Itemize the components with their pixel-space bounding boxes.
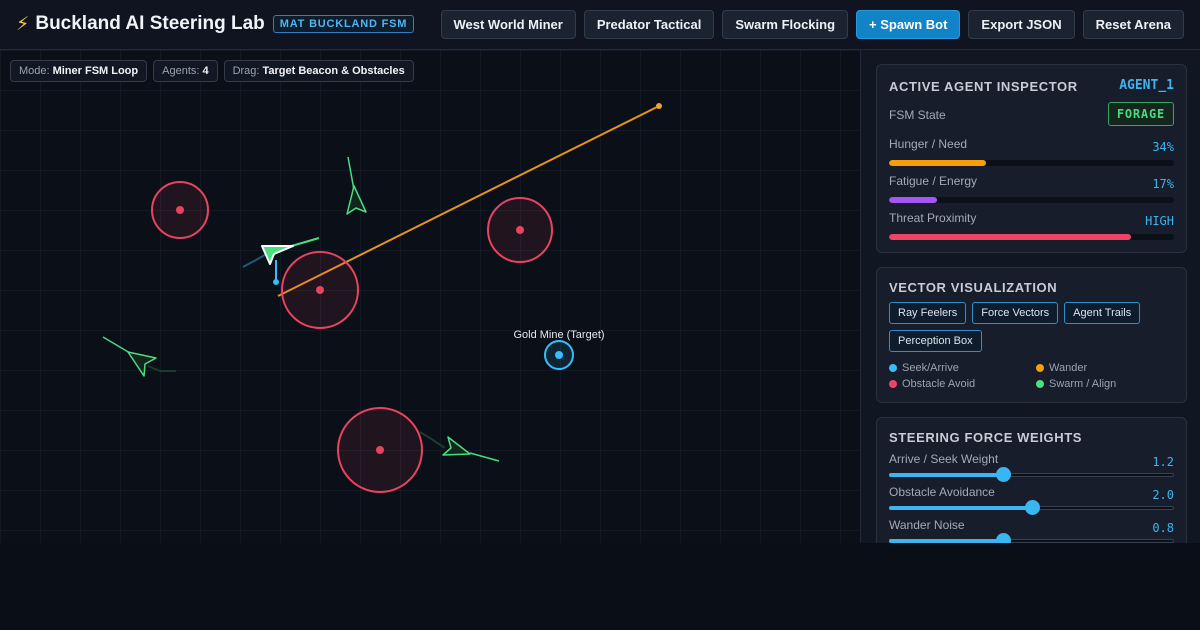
drag-chip-label: Drag:: [232, 65, 260, 77]
seek-dot-icon: [889, 364, 897, 372]
slider-fill: [889, 506, 1032, 510]
agent-id: AGENT_1: [1119, 78, 1174, 93]
vector-legend: Seek/Arrive Wander Obstacle Avoid Swarm …: [889, 362, 1179, 390]
export-json-button[interactable]: Export JSON: [968, 10, 1075, 39]
target-beacon[interactable]: [544, 340, 574, 370]
wander-noise-slider[interactable]: [889, 533, 1174, 543]
obstacle[interactable]: [337, 407, 423, 493]
stat-label: Threat Proximity: [889, 211, 977, 225]
obstacle[interactable]: [151, 181, 209, 239]
agent[interactable]: [419, 431, 500, 462]
slider-label: Wander Noise: [889, 518, 965, 532]
slider-thumb[interactable]: [996, 467, 1011, 482]
stat-value: HIGH: [1145, 214, 1174, 228]
fatigue-bar-fill: [889, 197, 938, 203]
stat-label: Fatigue / Energy: [889, 174, 978, 188]
fatigue-bar: [889, 197, 1174, 203]
agents-chip: Agents: 4: [153, 60, 218, 82]
perception-box-toggle[interactable]: Perception Box: [889, 330, 982, 352]
stat-value: 17%: [1152, 177, 1174, 191]
steering-weights-card: STEERING FORCE WEIGHTS Arrive / Seek Wei…: [876, 417, 1187, 543]
toolbar: West World Miner Predator Tactical Swarm…: [440, 10, 1184, 39]
fsm-state-badge: FORAGE: [1107, 102, 1174, 126]
status-chips: Mode: Miner FSM Loop Agents: 4 Drag: Target…: [10, 60, 414, 82]
hunger-bar: [889, 160, 1174, 166]
lightning-icon: ⚡: [16, 13, 30, 35]
legend-label: Obstacle Avoid: [902, 378, 976, 390]
app-title: Buckland AI Steering Lab: [35, 13, 265, 34]
mode-chip-value: Miner FSM Loop: [52, 65, 139, 77]
weights-card-title: STEERING FORCE WEIGHTS: [889, 430, 1083, 445]
ray-feelers-toggle[interactable]: Ray Feelers: [889, 302, 967, 324]
fsm-state-label: FSM State: [889, 108, 946, 122]
top-bar: ⚡ Buckland AI Steering Lab MAT BUCKLAND …: [0, 0, 1200, 50]
swarm-dot-icon: [1036, 380, 1044, 388]
inspector-title: ACTIVE AGENT INSPECTOR: [889, 79, 1078, 94]
agent[interactable]: [102, 336, 176, 377]
obstacle[interactable]: [281, 251, 359, 329]
legend-label: Seek/Arrive: [902, 362, 959, 374]
hunger-bar-fill: [889, 160, 986, 166]
agent-trail: [419, 431, 446, 449]
wander-dot-icon: [1036, 364, 1044, 372]
heading-vector: [102, 336, 131, 354]
target-label: Gold Mine (Target): [513, 329, 604, 341]
heading-vector: [469, 452, 500, 462]
legend-item: Obstacle Avoid: [889, 378, 1036, 390]
predator-tactical-button[interactable]: Predator Tactical: [583, 10, 715, 39]
simulation-arena[interactable]: Gold Mine (Target) Mode: Miner FSM Loop A…: [0, 50, 860, 543]
legend-item: Seek/Arrive: [889, 362, 1036, 374]
seek-force-tip: [273, 279, 279, 285]
slider-label: Obstacle Avoidance: [889, 485, 995, 499]
slider-thumb[interactable]: [1024, 500, 1040, 515]
agent[interactable]: [346, 156, 367, 215]
threat-bar-fill: [889, 234, 1132, 240]
wander-target-point[interactable]: [656, 103, 662, 109]
brand: ⚡ Buckland AI Steering Lab MAT BUCKLAND …: [16, 13, 415, 35]
threat-bar: [889, 234, 1174, 240]
vector-toggles: Ray Feelers Force Vectors Agent Trails P…: [889, 302, 1179, 352]
arrive-seek-slider[interactable]: [889, 467, 1174, 483]
slider-fill: [889, 473, 1003, 477]
agent-inspector-card: ACTIVE AGENT INSPECTOR AGENT_1 FSM State…: [876, 64, 1187, 253]
agents-chip-label: Agents:: [162, 65, 200, 77]
stat-value: 34%: [1152, 140, 1174, 154]
slider-thumb[interactable]: [996, 533, 1011, 543]
mode-chip: Mode: Miner FSM Loop: [10, 60, 148, 82]
agent-trails-toggle[interactable]: Agent Trails: [1064, 302, 1141, 324]
west-world-miner-button[interactable]: West World Miner: [440, 10, 576, 39]
mode-chip-label: Mode:: [19, 65, 50, 77]
swarm-flocking-button[interactable]: Swarm Flocking: [722, 10, 849, 39]
force-vectors-toggle[interactable]: Force Vectors: [972, 302, 1059, 324]
reset-arena-button[interactable]: Reset Arena: [1082, 10, 1184, 39]
arena-canvas[interactable]: Gold Mine (Target): [0, 50, 860, 543]
slider-label: Arrive / Seek Weight: [889, 452, 999, 466]
page-background: [0, 543, 1200, 630]
avoid-dot-icon: [889, 380, 897, 388]
stat-label: Hunger / Need: [889, 137, 968, 151]
legend-item: Swarm / Align: [1036, 378, 1176, 390]
legend-label: Wander: [1049, 362, 1088, 374]
obstacle-avoidance-slider[interactable]: [889, 500, 1174, 516]
legend-label: Swarm / Align: [1049, 378, 1117, 390]
drag-chip-value: Target Beacon & Obstacles: [262, 65, 405, 77]
drag-chip: Drag: Target Beacon & Obstacles: [223, 60, 414, 82]
vector-visualization-card: VECTOR VISUALIZATION Ray Feelers Force V…: [876, 267, 1187, 403]
fsm-badge-label: MAT BUCKLAND FSM: [272, 15, 415, 33]
vector-card-title: VECTOR VISUALIZATION: [889, 280, 1058, 295]
spawn-bot-button[interactable]: + Spawn Bot: [856, 10, 961, 39]
legend-item: Wander: [1036, 362, 1176, 374]
control-sidebar: ACTIVE AGENT INSPECTOR AGENT_1 FSM State…: [860, 50, 1200, 543]
agent-trail: [147, 365, 176, 372]
obstacle[interactable]: [487, 197, 553, 263]
heading-vector: [347, 156, 355, 191]
agents-chip-value: 4: [202, 65, 209, 77]
